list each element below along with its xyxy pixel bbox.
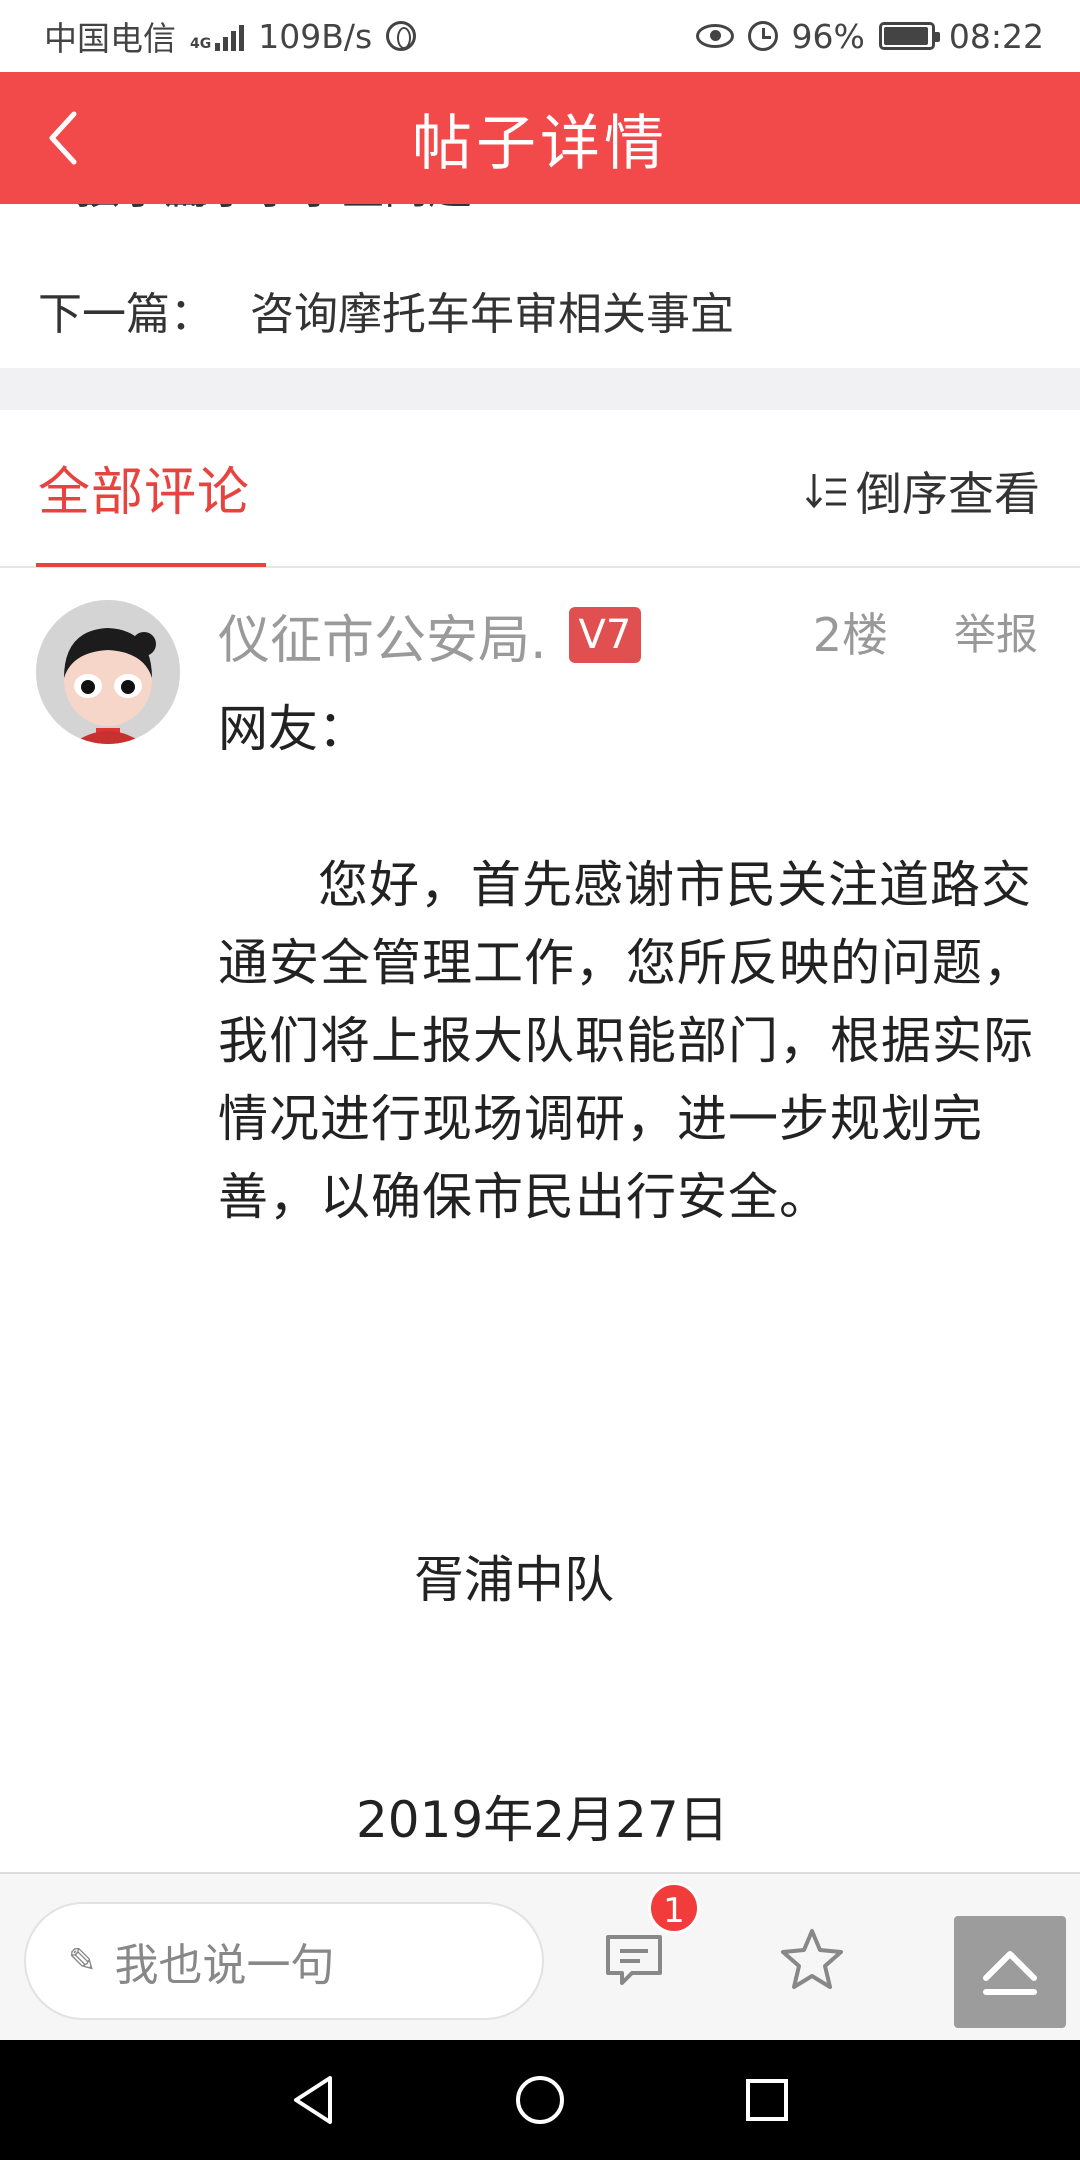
- network-type: 4G: [190, 36, 212, 52]
- next-post-link[interactable]: 下一篇： 咨询摩托车年审相关事宜: [0, 262, 1080, 358]
- next-label: 下一篇：: [38, 289, 214, 340]
- comment-count-badge: 1: [648, 1882, 700, 1934]
- avatar[interactable]: [36, 600, 180, 744]
- comment-input[interactable]: ✎ 我也说一句: [24, 1902, 544, 2020]
- triangle-back-icon: [294, 2076, 333, 2124]
- comment-signature: 胥浦中队: [414, 1551, 614, 1609]
- sort-desc-icon: [805, 474, 846, 509]
- floor-number: 2楼: [812, 608, 888, 662]
- active-tab-indicator: [36, 563, 266, 567]
- tab-all-comments[interactable]: 全部评论: [38, 450, 250, 525]
- back-button[interactable]: [28, 102, 100, 174]
- globe-icon: [386, 21, 417, 51]
- author-name[interactable]: 仪征市公安局.: [218, 598, 547, 673]
- star-icon: [781, 1929, 843, 1989]
- prev-title: 孩子上小学学区问题: [76, 204, 472, 216]
- nav-home-button[interactable]: [500, 2060, 580, 2140]
- network-speed: 109B/s: [258, 16, 373, 56]
- cartoon-girl-avatar-icon: [36, 600, 180, 744]
- favorite-button[interactable]: [772, 1914, 852, 2004]
- comment-input-placeholder: 我也说一句: [114, 1940, 335, 1991]
- app-header: 帖子详情: [0, 72, 1080, 204]
- back-to-top-button[interactable]: [954, 1916, 1066, 2028]
- comment-greeting: 网友：: [218, 700, 368, 758]
- eye-icon: [695, 24, 734, 48]
- message-icon: [606, 1935, 662, 1985]
- sort-reverse-button[interactable]: 倒序查看: [804, 458, 1040, 524]
- section-divider: [0, 368, 1080, 410]
- square-recents-icon: [745, 2079, 788, 2121]
- bottom-action-bar: ✎ 我也说一句 1: [0, 1872, 1080, 2040]
- comment-meta: 仪征市公安局. V7 2楼 举报: [218, 598, 1048, 673]
- carrier-label: 中国电信: [44, 19, 176, 58]
- nav-back-button[interactable]: [273, 2060, 353, 2140]
- level-badge: V7: [568, 607, 642, 663]
- report-button[interactable]: 举报: [954, 600, 1038, 670]
- page-title: 帖子详情: [412, 108, 668, 179]
- pencil-icon: ✎: [68, 1941, 97, 1981]
- clock: 08:22: [948, 16, 1044, 56]
- circle-home-icon: [515, 2076, 564, 2124]
- status-bar: 中国电信 4G 109B/s 96% 08:22: [0, 0, 1080, 72]
- next-title: 咨询摩托车年审相关事宜: [250, 289, 734, 340]
- comments-header: 全部评论 倒序查看: [0, 410, 1080, 568]
- nav-recents-button[interactable]: [727, 2060, 807, 2140]
- comment-date: 2019年2月27日: [356, 1791, 729, 1849]
- sort-label: 倒序查看: [856, 467, 1040, 521]
- chevron-left-icon: [49, 111, 77, 165]
- alarm-icon: [747, 21, 778, 51]
- signal-icon: 4G: [190, 21, 245, 52]
- system-nav-bar: [0, 2040, 1080, 2160]
- battery-percent: 96%: [791, 16, 865, 56]
- battery-icon: [878, 22, 940, 50]
- arrow-up-icon: [983, 1951, 1037, 1995]
- prev-post-link[interactable]: 上一篇： 孩子上小学学区问题: [0, 204, 1080, 226]
- comment-paragraph: 您好，首先感谢市民关注道路交通安全管理工作，您所反映的问题，我们将上报大队职能部…: [218, 856, 1034, 1226]
- comment-text: 网友： 您好，首先感谢市民关注道路交通安全管理工作，您所反映的问题，我们将上报大…: [218, 690, 1048, 1236]
